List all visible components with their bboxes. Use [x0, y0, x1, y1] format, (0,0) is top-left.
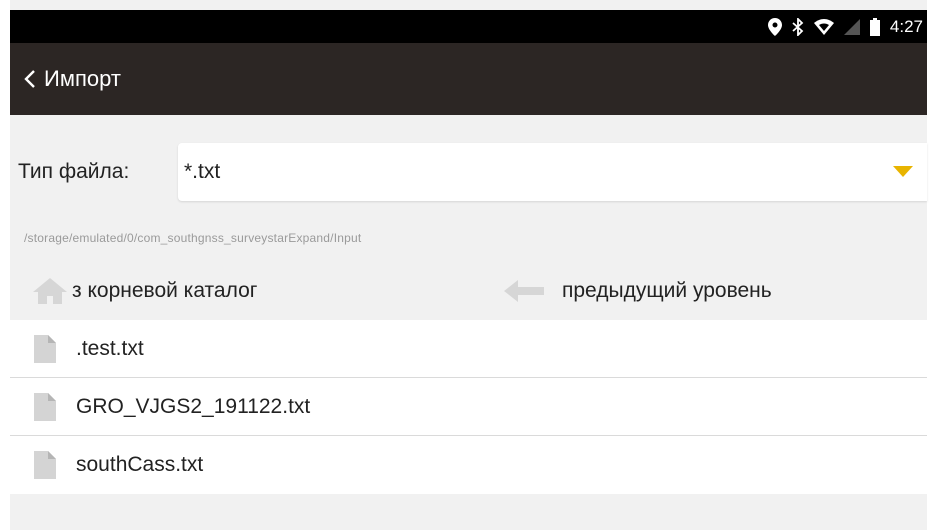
- page-title: Импорт: [44, 66, 121, 91]
- battery-icon: [869, 17, 880, 36]
- root-directory-button[interactable]: з корневой каталог: [28, 265, 257, 317]
- back-button[interactable]: Импорт: [24, 43, 121, 115]
- file-icon: [34, 392, 56, 421]
- file-name: GRO_VJGS2_191122.txt: [76, 394, 311, 418]
- wifi-icon: [813, 18, 834, 35]
- file-type-row: Тип файла: *.txt: [10, 143, 927, 201]
- no-sim-icon: [843, 18, 860, 35]
- current-path: /storage/emulated/0/com_southgnss_survey…: [24, 231, 362, 245]
- location-icon: [767, 17, 782, 36]
- root-directory-label: з корневой каталог: [72, 279, 258, 302]
- back-arrow-icon: [486, 280, 562, 302]
- home-icon: [28, 278, 72, 304]
- file-name: southCass.txt: [76, 452, 204, 476]
- file-type-label: Тип файла:: [18, 160, 130, 183]
- status-icons: 4:27: [767, 10, 927, 43]
- file-icon: [34, 450, 56, 479]
- file-type-value: *.txt: [184, 160, 221, 183]
- file-row[interactable]: southCass.txt: [10, 436, 927, 493]
- status-time: 4:27: [889, 16, 923, 36]
- parent-directory-label: предыдущий уровень: [562, 279, 772, 302]
- file-row[interactable]: .test.txt: [10, 320, 927, 378]
- parent-directory-button[interactable]: предыдущий уровень: [486, 265, 772, 317]
- bluetooth-icon: [792, 17, 804, 36]
- file-row[interactable]: GRO_VJGS2_191122.txt: [10, 378, 927, 436]
- left-margin: [0, 0, 10, 530]
- file-icon: [34, 334, 56, 363]
- app-bar: Импорт: [10, 43, 927, 115]
- import-content: Тип файла: *.txt /storage/emulated/0/com…: [10, 115, 927, 530]
- directory-nav: з корневой каталог предыдущий уровень: [10, 265, 927, 317]
- dropdown-arrow-icon: [893, 166, 913, 177]
- chevron-left-icon: [24, 69, 36, 89]
- file-list: .test.txt GRO_VJGS2_191122.txt southCass…: [10, 320, 927, 494]
- right-margin: [927, 0, 933, 530]
- file-type-dropdown[interactable]: *.txt: [178, 143, 927, 201]
- file-name: .test.txt: [76, 336, 144, 360]
- status-bar: 4:27: [10, 10, 927, 43]
